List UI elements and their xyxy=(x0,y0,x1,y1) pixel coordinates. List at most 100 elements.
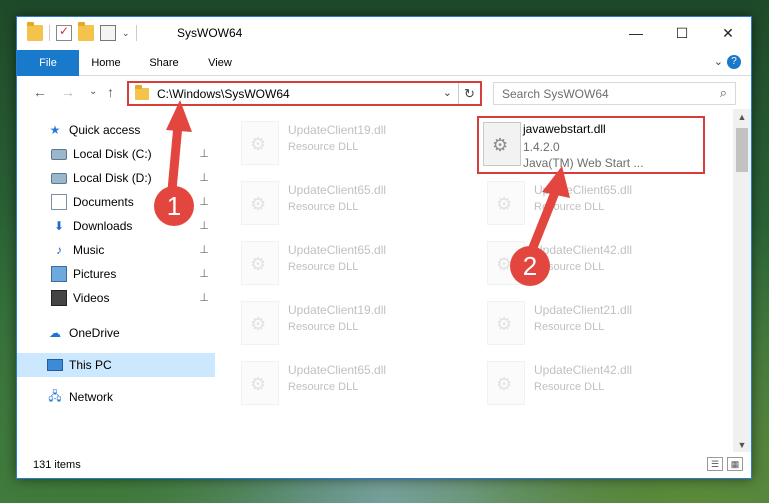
sidebar-item-this-pc[interactable]: This PC xyxy=(17,353,215,377)
pin-icon[interactable]: ⊥ xyxy=(199,195,209,208)
tab-view[interactable]: View xyxy=(195,50,245,76)
file-item[interactable]: UpdateClient19.dll Resource DLL xyxy=(233,113,471,173)
file-item[interactable]: UpdateClient42.dll Resource DLL xyxy=(479,353,717,413)
file-name: UpdateClient65.dll xyxy=(288,243,387,257)
pin-icon[interactable]: ⊥ xyxy=(199,243,209,256)
sidebar-item-documents[interactable]: Documents ⊥ xyxy=(17,190,215,214)
pictures-icon xyxy=(51,266,67,282)
forward-button[interactable]: → xyxy=(61,84,75,100)
file-version: 1.4.2.0 xyxy=(523,140,560,154)
computer-icon xyxy=(47,359,63,371)
sidebar-item-videos[interactable]: Videos ⊥ xyxy=(17,286,215,310)
star-icon: ★ xyxy=(49,123,61,137)
quick-access-toolbar: ⌄ xyxy=(27,22,137,41)
search-box[interactable]: Search SysWOW64 ⌕ xyxy=(493,82,736,105)
file-name: UpdateClient21.dll xyxy=(534,303,633,317)
folder-icon[interactable] xyxy=(27,22,43,41)
dll-file-icon xyxy=(241,181,279,225)
dll-file-icon xyxy=(487,181,525,225)
sidebar-item-network[interactable]: 🖧 Network xyxy=(17,385,215,409)
vertical-scrollbar[interactable]: ▲ ▼ xyxy=(733,109,751,454)
sidebar-item-local-disk-c[interactable]: Local Disk (C:) ⊥ xyxy=(17,142,215,166)
sidebar-item-label: Documents xyxy=(73,195,134,209)
view-toggles: ☰ ▦ xyxy=(707,457,743,471)
dll-file-icon xyxy=(241,121,279,165)
sidebar-item-label: OneDrive xyxy=(69,326,120,340)
highlighted-file-javawebstart[interactable]: javawebstart.dll 1.4.2.0 Java(TM) Web St… xyxy=(477,116,705,174)
search-icon[interactable]: ⌕ xyxy=(720,85,727,101)
file-name: UpdateClient65.dll xyxy=(288,363,387,377)
file-type: Resource DLL xyxy=(534,321,605,333)
scroll-up-icon[interactable]: ▲ xyxy=(733,109,751,126)
minimize-button[interactable]: — xyxy=(613,17,659,49)
properties-check-icon[interactable] xyxy=(56,24,72,41)
dll-file-icon xyxy=(241,361,279,405)
up-button[interactable]: ↑ xyxy=(107,84,114,100)
sidebar-item-label: This PC xyxy=(69,358,112,372)
network-icon: 🖧 xyxy=(48,388,62,403)
sidebar-item-label: Local Disk (D:) xyxy=(73,171,152,185)
file-name: UpdateClient19.dll xyxy=(288,123,387,137)
status-bar: 131 items ☰ ▦ xyxy=(17,452,751,478)
file-item[interactable]: UpdateClient65.dll Resource DLL xyxy=(233,173,471,233)
file-description: Java(TM) Web Start ... xyxy=(523,156,644,170)
title-bar: ⌄ SysWOW64 — ☐ ✕ xyxy=(17,17,751,50)
file-item[interactable]: UpdateClient21.dll Resource DLL xyxy=(479,293,717,353)
dll-file-icon xyxy=(487,361,525,405)
file-type: Resource DLL xyxy=(288,381,359,393)
details-view-icon[interactable]: ☰ xyxy=(707,457,723,471)
address-bar[interactable]: C:\Windows\SysWOW64 ⌄ ↻ xyxy=(127,81,482,106)
file-name: UpdateClient65.dll xyxy=(288,183,387,197)
address-path[interactable]: C:\Windows\SysWOW64 xyxy=(157,87,290,101)
tab-share[interactable]: Share xyxy=(133,50,195,76)
close-button[interactable]: ✕ xyxy=(705,17,751,49)
sidebar-item-onedrive[interactable]: ☁ OneDrive xyxy=(17,321,215,345)
toolbar-dropdown-icon[interactable]: ⌄ xyxy=(122,28,130,39)
pin-icon[interactable]: ⊥ xyxy=(199,171,209,184)
file-item[interactable]: UpdateClient65.dll Resource DLL xyxy=(233,353,471,413)
file-name: javawebstart.dll xyxy=(523,122,606,136)
customize-toolbar-icon[interactable] xyxy=(100,25,116,41)
music-icon: ♪ xyxy=(56,243,62,257)
pin-icon[interactable]: ⊥ xyxy=(199,291,209,304)
expand-ribbon-icon[interactable]: ⌄ xyxy=(714,55,723,68)
file-name: UpdateClient42.dll xyxy=(534,363,633,377)
pin-icon[interactable]: ⊥ xyxy=(199,147,209,160)
file-type: Resource DLL xyxy=(534,201,605,213)
tiles-view-icon[interactable]: ▦ xyxy=(727,457,743,471)
sidebar-item-local-disk-d[interactable]: Local Disk (D:) ⊥ xyxy=(17,166,215,190)
file-explorer-window: ⌄ SysWOW64 — ☐ ✕ File Home Share View ⌄ … xyxy=(16,16,752,479)
video-icon xyxy=(51,290,67,306)
address-dropdown-icon[interactable]: ⌄ xyxy=(443,86,452,99)
file-item[interactable]: UpdateClient65.dll Resource DLL xyxy=(479,173,717,233)
tab-home[interactable]: Home xyxy=(79,50,133,76)
maximize-button[interactable]: ☐ xyxy=(659,17,705,49)
sidebar-item-pictures[interactable]: Pictures ⊥ xyxy=(17,262,215,286)
navigation-bar: ← → ⌄ ↑ C:\Windows\SysWOW64 ⌄ ↻ Search S… xyxy=(17,77,751,109)
tab-file[interactable]: File xyxy=(17,50,79,76)
scroll-thumb[interactable] xyxy=(736,128,748,172)
sidebar-item-quick-access[interactable]: ★ Quick access xyxy=(17,118,215,142)
disk-icon xyxy=(51,148,67,160)
file-item[interactable]: UpdateClient42.dll Resource DLL xyxy=(479,233,717,293)
help-icon[interactable]: ? xyxy=(727,55,741,69)
dll-file-icon xyxy=(241,241,279,285)
document-icon xyxy=(51,194,67,210)
sidebar-item-downloads[interactable]: ⬇ Downloads ⊥ xyxy=(17,214,215,238)
file-item[interactable]: UpdateClient65.dll Resource DLL xyxy=(233,233,471,293)
search-placeholder[interactable]: Search SysWOW64 xyxy=(502,87,609,101)
file-item[interactable]: UpdateClient19.dll Resource DLL xyxy=(233,293,471,353)
new-folder-icon[interactable] xyxy=(78,22,94,41)
recent-locations-button[interactable]: ⌄ xyxy=(89,86,97,97)
ribbon-tabs: File Home Share View ⌄ ? xyxy=(17,50,751,76)
back-button[interactable]: ← xyxy=(33,84,47,100)
dll-file-icon xyxy=(483,122,521,166)
sidebar-item-label: Quick access xyxy=(69,123,141,137)
window-title: SysWOW64 xyxy=(177,26,243,40)
refresh-button[interactable]: ↻ xyxy=(458,83,480,104)
pin-icon[interactable]: ⊥ xyxy=(199,219,209,232)
pin-icon[interactable]: ⊥ xyxy=(199,267,209,280)
sidebar-item-music[interactable]: ♪ Music ⊥ xyxy=(17,238,215,262)
file-type: Resource DLL xyxy=(534,381,605,393)
item-count: 131 items xyxy=(33,459,81,471)
